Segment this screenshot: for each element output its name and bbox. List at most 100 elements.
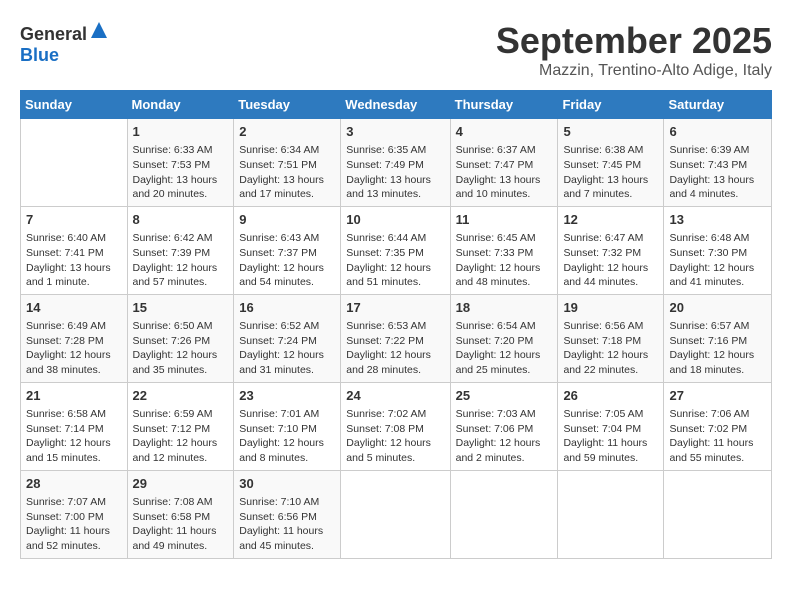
day-info: Sunset: 7:39 PM bbox=[133, 246, 229, 261]
calendar-cell: 21 Sunrise: 6:58 AMSunset: 7:14 PMDayligh… bbox=[21, 382, 128, 470]
day-info: Sunrise: 6:49 AM bbox=[26, 319, 122, 334]
day-info: Sunrise: 6:33 AM bbox=[133, 143, 229, 158]
day-info: Daylight: 12 hours and 2 minutes. bbox=[456, 436, 553, 465]
day-info: Sunrise: 6:43 AM bbox=[239, 231, 335, 246]
day-info: Sunrise: 6:47 AM bbox=[563, 231, 658, 246]
day-info: Sunrise: 6:56 AM bbox=[563, 319, 658, 334]
day-info: Sunrise: 6:34 AM bbox=[239, 143, 335, 158]
day-info: Sunset: 7:28 PM bbox=[26, 334, 122, 349]
logo: General Blue bbox=[20, 20, 109, 66]
column-header-monday: Monday bbox=[127, 91, 234, 119]
day-number: 7 bbox=[26, 211, 122, 229]
day-info: Sunset: 7:43 PM bbox=[669, 158, 766, 173]
calendar-cell: 22Sunrise: 6:59 AMSunset: 7:12 PMDayligh… bbox=[127, 382, 234, 470]
day-number: 25 bbox=[456, 387, 553, 405]
day-number: 2 bbox=[239, 123, 335, 141]
day-number: 16 bbox=[239, 299, 335, 317]
day-info: Daylight: 12 hours and 22 minutes. bbox=[563, 348, 658, 377]
day-info: Daylight: 11 hours and 52 minutes. bbox=[26, 524, 122, 553]
calendar-cell: 3Sunrise: 6:35 AMSunset: 7:49 PMDaylight… bbox=[341, 119, 450, 207]
calendar-cell: 6Sunrise: 6:39 AMSunset: 7:43 PMDaylight… bbox=[664, 119, 772, 207]
calendar-cell: 13Sunrise: 6:48 AMSunset: 7:30 PMDayligh… bbox=[664, 206, 772, 294]
day-info: Sunset: 7:37 PM bbox=[239, 246, 335, 261]
day-number: 28 bbox=[26, 475, 122, 493]
calendar-cell: 20Sunrise: 6:57 AMSunset: 7:16 PMDayligh… bbox=[664, 294, 772, 382]
calendar-cell: 18Sunrise: 6:54 AMSunset: 7:20 PMDayligh… bbox=[450, 294, 558, 382]
day-info: Sunset: 7:00 PM bbox=[26, 510, 122, 525]
day-info: Daylight: 11 hours and 59 minutes. bbox=[563, 436, 658, 465]
day-number: 1 bbox=[133, 123, 229, 141]
day-info: Sunset: 7:14 PM bbox=[26, 422, 122, 437]
column-header-saturday: Saturday bbox=[664, 91, 772, 119]
day-number: 18 bbox=[456, 299, 553, 317]
calendar-cell: 11Sunrise: 6:45 AMSunset: 7:33 PMDayligh… bbox=[450, 206, 558, 294]
day-info: Daylight: 12 hours and 54 minutes. bbox=[239, 261, 335, 290]
calendar-week-1: 1Sunrise: 6:33 AMSunset: 7:53 PMDaylight… bbox=[21, 119, 772, 207]
day-info: Sunrise: 6:58 AM bbox=[26, 407, 122, 422]
day-info: Sunset: 7:45 PM bbox=[563, 158, 658, 173]
day-info: Daylight: 12 hours and 38 minutes. bbox=[26, 348, 122, 377]
day-number: 3 bbox=[346, 123, 444, 141]
day-number: 20 bbox=[669, 299, 766, 317]
day-info: Sunset: 7:26 PM bbox=[133, 334, 229, 349]
day-number: 11 bbox=[456, 211, 553, 229]
day-info: Sunrise: 6:59 AM bbox=[133, 407, 229, 422]
day-info: Sunrise: 6:48 AM bbox=[669, 231, 766, 246]
logo-general: General bbox=[20, 24, 87, 44]
day-info: Daylight: 13 hours and 1 minute. bbox=[26, 261, 122, 290]
day-number: 29 bbox=[133, 475, 229, 493]
day-info: Sunrise: 6:42 AM bbox=[133, 231, 229, 246]
day-number: 8 bbox=[133, 211, 229, 229]
day-info: Sunrise: 7:01 AM bbox=[239, 407, 335, 422]
day-info: Sunset: 7:22 PM bbox=[346, 334, 444, 349]
day-info: Daylight: 12 hours and 35 minutes. bbox=[133, 348, 229, 377]
day-number: 5 bbox=[563, 123, 658, 141]
day-info: Daylight: 12 hours and 44 minutes. bbox=[563, 261, 658, 290]
day-info: Sunrise: 6:53 AM bbox=[346, 319, 444, 334]
page-header: General Blue September 2025 Mazzin, Tren… bbox=[20, 20, 772, 80]
calendar-cell: 12Sunrise: 6:47 AMSunset: 7:32 PMDayligh… bbox=[558, 206, 664, 294]
column-header-wednesday: Wednesday bbox=[341, 91, 450, 119]
day-info: Daylight: 12 hours and 12 minutes. bbox=[133, 436, 229, 465]
calendar-week-3: 14Sunrise: 6:49 AMSunset: 7:28 PMDayligh… bbox=[21, 294, 772, 382]
location-title: Mazzin, Trentino-Alto Adige, Italy bbox=[496, 62, 772, 80]
calendar-header-row: SundayMondayTuesdayWednesdayThursdayFrid… bbox=[21, 91, 772, 119]
day-info: Sunrise: 6:38 AM bbox=[563, 143, 658, 158]
calendar-week-2: 7Sunrise: 6:40 AMSunset: 7:41 PMDaylight… bbox=[21, 206, 772, 294]
calendar-cell bbox=[664, 470, 772, 558]
calendar-cell: 10Sunrise: 6:44 AMSunset: 7:35 PMDayligh… bbox=[341, 206, 450, 294]
calendar-cell bbox=[341, 470, 450, 558]
day-info: Sunset: 7:18 PM bbox=[563, 334, 658, 349]
day-number: 6 bbox=[669, 123, 766, 141]
day-info: Daylight: 13 hours and 10 minutes. bbox=[456, 173, 553, 202]
day-number: 10 bbox=[346, 211, 444, 229]
day-info: Daylight: 13 hours and 17 minutes. bbox=[239, 173, 335, 202]
day-info: Sunrise: 7:10 AM bbox=[239, 495, 335, 510]
day-info: Sunset: 6:58 PM bbox=[133, 510, 229, 525]
calendar-cell: 14Sunrise: 6:49 AMSunset: 7:28 PMDayligh… bbox=[21, 294, 128, 382]
day-info: Daylight: 12 hours and 48 minutes. bbox=[456, 261, 553, 290]
day-info: Daylight: 11 hours and 55 minutes. bbox=[669, 436, 766, 465]
day-number: 22 bbox=[133, 387, 229, 405]
logo-icon bbox=[89, 20, 109, 40]
day-info: Sunrise: 6:39 AM bbox=[669, 143, 766, 158]
day-info: Daylight: 13 hours and 13 minutes. bbox=[346, 173, 444, 202]
logo-text: General Blue bbox=[20, 20, 109, 66]
day-info: Sunrise: 7:02 AM bbox=[346, 407, 444, 422]
calendar-cell: 9Sunrise: 6:43 AMSunset: 7:37 PMDaylight… bbox=[234, 206, 341, 294]
day-info: Sunset: 7:24 PM bbox=[239, 334, 335, 349]
calendar-cell: 26Sunrise: 7:05 AMSunset: 7:04 PMDayligh… bbox=[558, 382, 664, 470]
calendar-cell: 19Sunrise: 6:56 AMSunset: 7:18 PMDayligh… bbox=[558, 294, 664, 382]
day-number: 23 bbox=[239, 387, 335, 405]
calendar-cell: 28Sunrise: 7:07 AMSunset: 7:00 PMDayligh… bbox=[21, 470, 128, 558]
day-info: Daylight: 12 hours and 51 minutes. bbox=[346, 261, 444, 290]
day-number: 21 bbox=[26, 387, 122, 405]
day-info: Daylight: 12 hours and 28 minutes. bbox=[346, 348, 444, 377]
day-info: Daylight: 12 hours and 15 minutes. bbox=[26, 436, 122, 465]
calendar-table: SundayMondayTuesdayWednesdayThursdayFrid… bbox=[20, 90, 772, 559]
calendar-cell: 5Sunrise: 6:38 AMSunset: 7:45 PMDaylight… bbox=[558, 119, 664, 207]
day-info: Sunset: 7:06 PM bbox=[456, 422, 553, 437]
day-number: 27 bbox=[669, 387, 766, 405]
column-header-friday: Friday bbox=[558, 91, 664, 119]
day-number: 24 bbox=[346, 387, 444, 405]
